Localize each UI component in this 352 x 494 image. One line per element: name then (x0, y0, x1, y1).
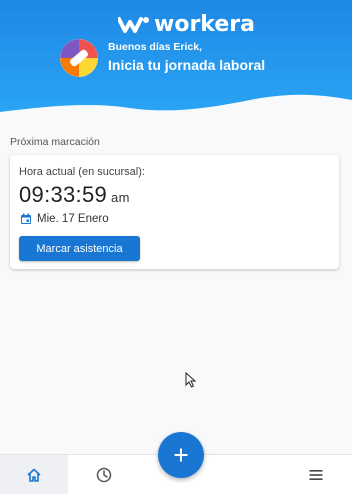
greeting-subtitle: Inicia tu jornada laboral (108, 57, 266, 73)
date-row: Mie. 17 Enero (20, 213, 109, 225)
nav-menu[interactable] (282, 455, 350, 494)
app-screen: workera Buenos días Erick, Inicia tu jor… (0, 0, 352, 494)
time-ampm: am (111, 190, 130, 205)
menu-icon (309, 470, 323, 480)
mark-attendance-button[interactable]: Marcar asistencia (19, 236, 140, 261)
section-title: Próxima marcación (10, 136, 100, 148)
header: workera Buenos días Erick, Inicia tu jor… (0, 0, 352, 128)
plus-icon (174, 448, 188, 462)
nav-history[interactable] (70, 455, 138, 494)
greeting-block: Buenos días Erick, Inicia tu jornada lab… (108, 41, 265, 73)
nav-home[interactable] (0, 455, 68, 494)
home-icon (27, 468, 41, 482)
clock-icon (96, 467, 112, 483)
greeting-text: Buenos días Erick, (108, 41, 202, 53)
time-value: 09:33:59 (19, 182, 108, 207)
calendar-icon (21, 213, 31, 224)
current-time-label: Hora actual (en sucursal): (19, 166, 145, 178)
date-text: Mie. 17 Enero (37, 213, 109, 225)
workera-logo-icon (118, 17, 149, 33)
mouse-cursor-icon (185, 372, 197, 388)
add-fab-button[interactable] (158, 432, 204, 478)
avatar-icon (60, 39, 98, 77)
logo: workera (118, 14, 255, 36)
brand-name: workera (154, 12, 255, 37)
clock-card: Hora actual (en sucursal): 09:33:59 am Mi… (10, 155, 339, 269)
current-time: 09:33:59 am (19, 182, 130, 208)
avatar[interactable] (60, 39, 98, 77)
